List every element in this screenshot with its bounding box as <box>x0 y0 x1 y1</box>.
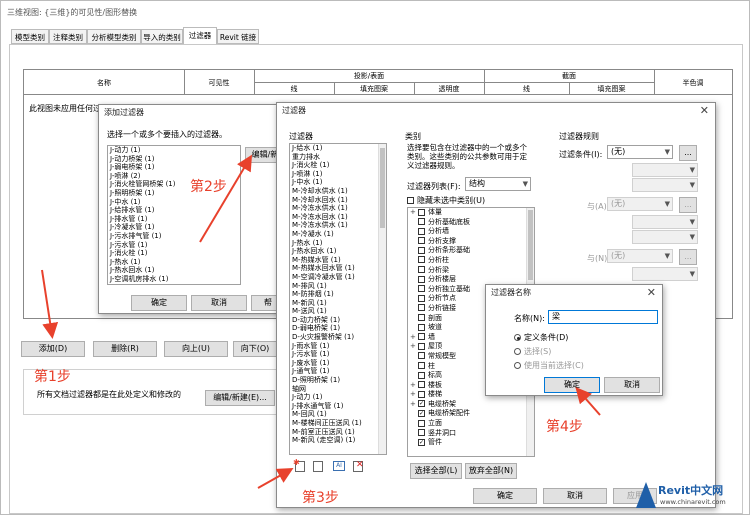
arrow-step3 <box>257 468 294 489</box>
step1-label: 第1步 <box>34 369 71 385</box>
step4-label: 第4步 <box>546 419 583 435</box>
step3-label: 第3步 <box>302 490 339 506</box>
arrow-step4 <box>575 386 601 416</box>
arrow-step1 <box>41 269 59 339</box>
logo-icon <box>636 482 656 508</box>
annotation-arrows <box>41 154 601 489</box>
watermark-url: www.chinarevit.com <box>660 498 726 506</box>
step2-label: 第2步 <box>190 179 227 195</box>
arrow-step2 <box>199 154 253 243</box>
watermark: Revit中文网 www.chinarevit.com <box>636 480 748 512</box>
watermark-title: Revit中文网 <box>658 484 724 497</box>
